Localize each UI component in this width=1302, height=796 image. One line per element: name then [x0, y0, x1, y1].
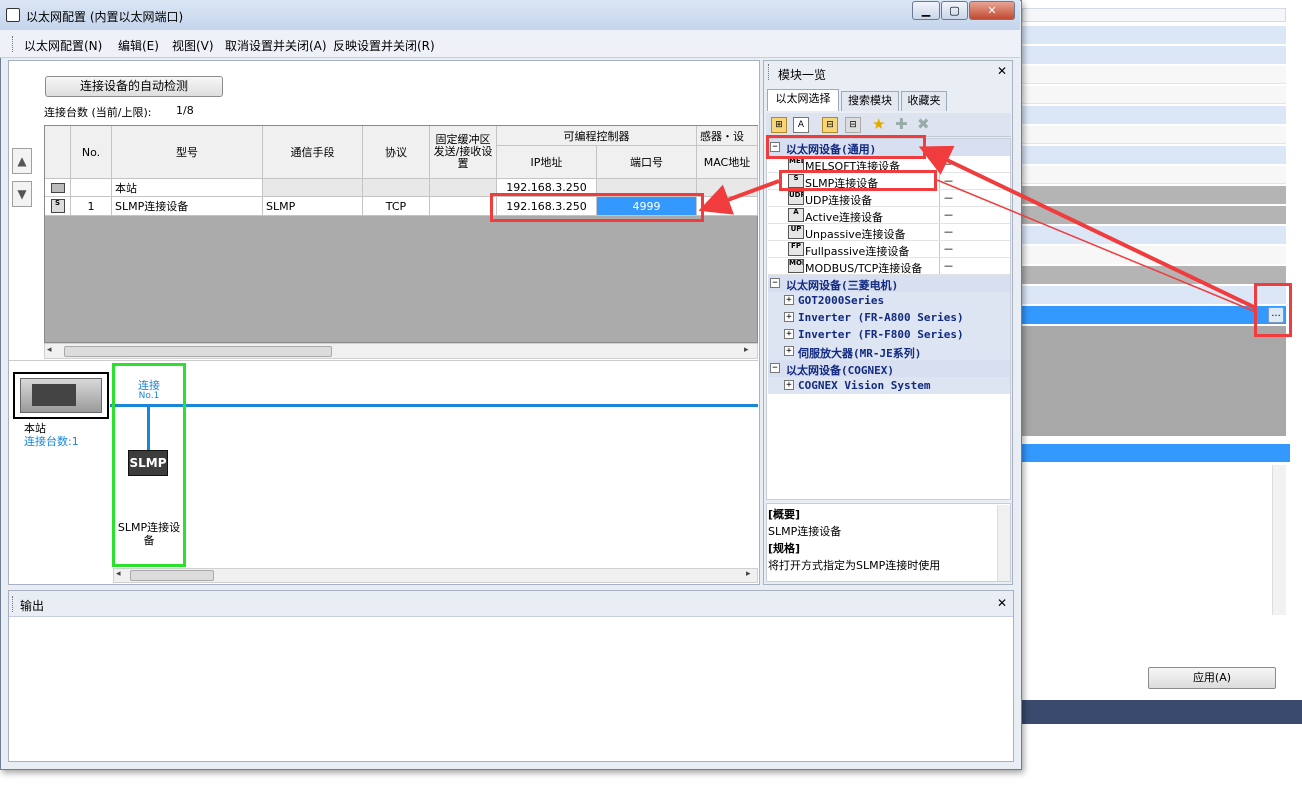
arrow-to-slmp — [936, 179, 1257, 313]
arrow-to-port — [698, 179, 780, 215]
arrow-to-group — [918, 145, 1257, 310]
annotation-arrows — [698, 145, 1257, 313]
